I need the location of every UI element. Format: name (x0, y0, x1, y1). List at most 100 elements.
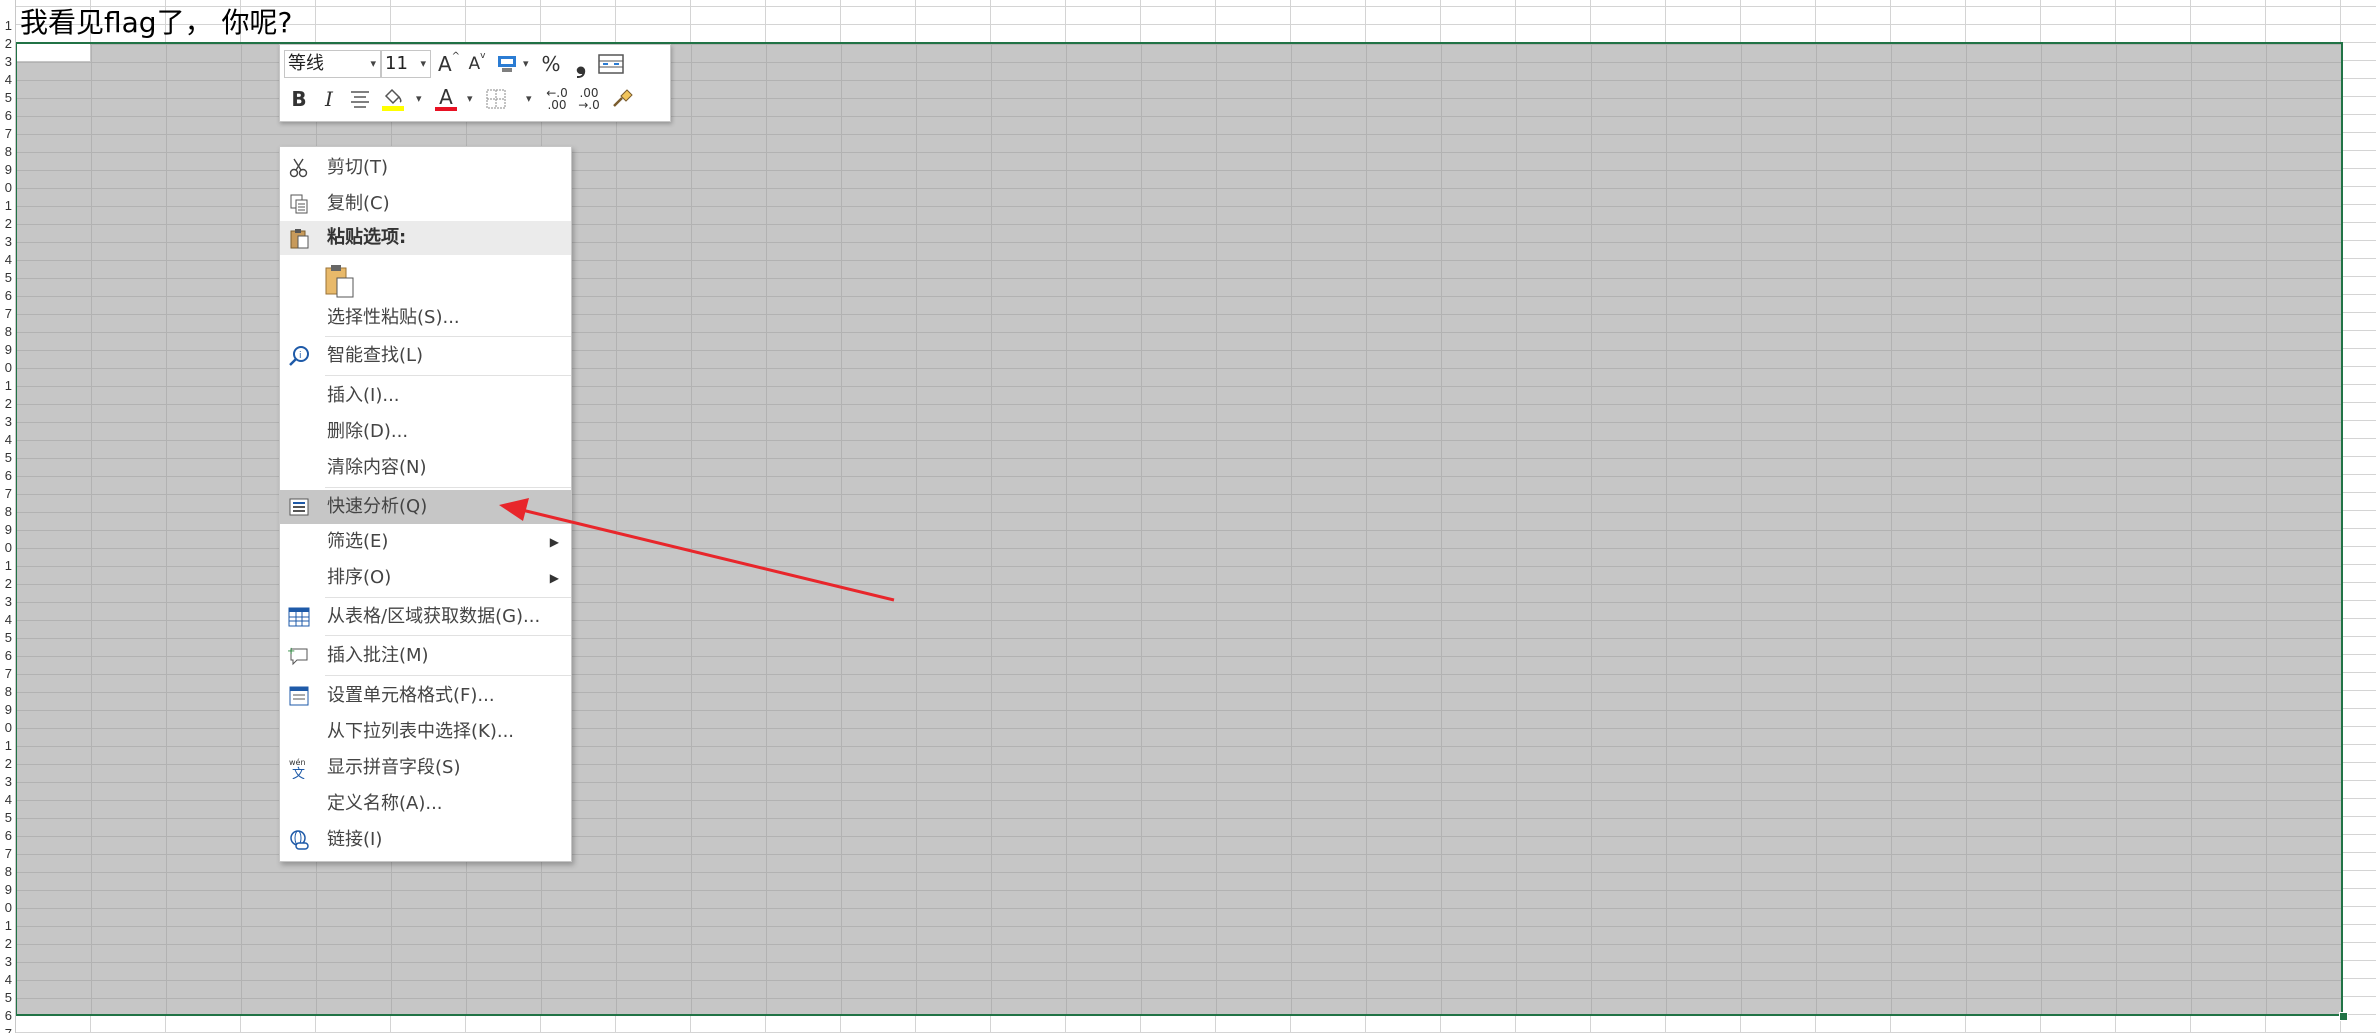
row-number[interactable]: 3 (0, 233, 12, 251)
row-number[interactable]: 1 (0, 377, 12, 395)
row-number[interactable]: 3 (0, 413, 12, 431)
grow-font-button[interactable]: A ^ (436, 50, 462, 78)
row-number[interactable]: 3 (0, 53, 12, 71)
row-number[interactable]: 9 (0, 521, 12, 539)
row-number[interactable]: 7 (0, 1025, 12, 1033)
row-number[interactable]: 1 (0, 557, 12, 575)
row-number[interactable]: 6 (0, 107, 12, 125)
row-number[interactable]: 4 (0, 431, 12, 449)
menu-item-smart-lookup[interactable]: i 智能查找(L) (280, 339, 571, 373)
link-icon (290, 830, 309, 850)
row-number[interactable]: 4 (0, 251, 12, 269)
row-number[interactable]: 5 (0, 89, 12, 107)
active-cell[interactable] (17, 44, 90, 61)
row-number[interactable]: 6 (0, 827, 12, 845)
font-name-dropdown[interactable]: 等线 ▾ (284, 50, 381, 78)
row-number[interactable]: 1 (0, 17, 12, 35)
font-color-swatch (435, 107, 457, 111)
align-center-button[interactable] (346, 85, 374, 113)
row-number[interactable]: 9 (0, 881, 12, 899)
row-number[interactable]: 8 (0, 143, 12, 161)
chevron-down-icon[interactable]: ▾ (523, 57, 529, 70)
fill-color-button[interactable] (378, 85, 408, 113)
borders-button[interactable] (482, 85, 510, 113)
format-painter-button[interactable] (608, 85, 636, 113)
row-number[interactable]: 0 (0, 359, 12, 377)
menu-item-pick-from-list[interactable]: 从下拉列表中选择(K)... (280, 715, 571, 749)
fill-handle[interactable] (2339, 1012, 2348, 1021)
row-number[interactable]: 2 (0, 575, 12, 593)
chevron-down-icon[interactable]: ▾ (416, 92, 422, 105)
row-number[interactable]: 4 (0, 971, 12, 989)
menu-item-sort[interactable]: 排序(O) ▶ (280, 561, 571, 595)
row-number[interactable]: 1 (0, 737, 12, 755)
row-number[interactable]: 3 (0, 953, 12, 971)
row-number[interactable]: 0 (0, 719, 12, 737)
menu-item-quick-analysis[interactable]: 快速分析(Q) (280, 490, 571, 524)
bold-button[interactable]: B (286, 85, 312, 113)
row-number[interactable]: 5 (0, 449, 12, 467)
row-number[interactable]: 2 (0, 935, 12, 953)
row-number[interactable]: 7 (0, 305, 12, 323)
menu-item-insert[interactable]: 插入(I)... (280, 379, 571, 413)
row-number[interactable]: 6 (0, 647, 12, 665)
cell-styles-button[interactable] (495, 50, 521, 78)
row-number[interactable]: 9 (0, 161, 12, 179)
row-number[interactable]: 7 (0, 125, 12, 143)
row-number[interactable]: 2 (0, 395, 12, 413)
menu-item-link[interactable]: 链接(I) (280, 823, 571, 857)
row-number[interactable]: 3 (0, 593, 12, 611)
row-number[interactable]: 2 (0, 215, 12, 233)
row-number[interactable]: 8 (0, 503, 12, 521)
menu-item-insert-comment[interactable]: + 插入批注(M) (280, 639, 571, 673)
font-size-dropdown[interactable]: 11 ▾ (381, 50, 431, 78)
percent-style-button[interactable]: % (536, 50, 566, 78)
menu-item-clear-contents[interactable]: 清除内容(N) (280, 451, 571, 485)
menu-item-define-name[interactable]: 定义名称(A)... (280, 787, 571, 821)
row-number[interactable]: 9 (0, 341, 12, 359)
row-number[interactable]: 0 (0, 179, 12, 197)
row-number[interactable]: 7 (0, 485, 12, 503)
paste-option-icon[interactable] (324, 263, 356, 299)
row-number[interactable]: 5 (0, 809, 12, 827)
row-number[interactable]: 3 (0, 773, 12, 791)
row-number[interactable]: 4 (0, 71, 12, 89)
row-number[interactable]: 0 (0, 539, 12, 557)
row-number[interactable]: 4 (0, 611, 12, 629)
row-number[interactable]: 2 (0, 35, 12, 53)
chevron-down-icon[interactable]: ▾ (526, 92, 532, 105)
row-number[interactable]: 9 (0, 701, 12, 719)
row-number[interactable]: 1 (0, 197, 12, 215)
shrink-font-button[interactable]: Av (464, 50, 490, 78)
menu-item-cut[interactable]: 剪切(T) (280, 151, 571, 185)
menu-item-filter[interactable]: 筛选(E) ▶ (280, 525, 571, 559)
row-number[interactable]: 4 (0, 791, 12, 809)
row-number[interactable]: 8 (0, 863, 12, 881)
row-number[interactable]: 2 (0, 755, 12, 773)
row-number[interactable]: 8 (0, 323, 12, 341)
row-number[interactable]: 1 (0, 917, 12, 935)
menu-item-copy[interactable]: 复制(C) (280, 187, 571, 221)
decrease-decimal-button[interactable]: .00 →.0 (574, 85, 604, 113)
menu-item-phonetic[interactable]: wén 文 显示拼音字段(S) (280, 751, 571, 785)
comma-style-button[interactable]: ❟ (568, 49, 594, 79)
menu-item-get-data[interactable]: 从表格/区域获取数据(G)... (280, 600, 571, 634)
row-number[interactable]: 7 (0, 845, 12, 863)
row-number[interactable]: 7 (0, 665, 12, 683)
menu-item-paste-special[interactable]: 选择性粘贴(S)... (280, 301, 571, 335)
merge-center-button[interactable] (596, 50, 626, 78)
row-number[interactable]: 6 (0, 287, 12, 305)
font-color-button[interactable]: A (432, 85, 460, 113)
row-number[interactable]: 5 (0, 629, 12, 647)
row-number[interactable]: 8 (0, 683, 12, 701)
row-number[interactable]: 6 (0, 1007, 12, 1025)
menu-item-format-cells[interactable]: 设置单元格格式(F)... (280, 679, 571, 713)
row-number[interactable]: 5 (0, 269, 12, 287)
row-number[interactable]: 5 (0, 989, 12, 1007)
row-number[interactable]: 6 (0, 467, 12, 485)
increase-decimal-button[interactable]: ←.0 .00 (542, 85, 572, 113)
italic-button[interactable]: I (316, 85, 342, 113)
row-number[interactable]: 0 (0, 899, 12, 917)
chevron-down-icon[interactable]: ▾ (467, 92, 473, 105)
menu-item-delete[interactable]: 删除(D)... (280, 415, 571, 449)
